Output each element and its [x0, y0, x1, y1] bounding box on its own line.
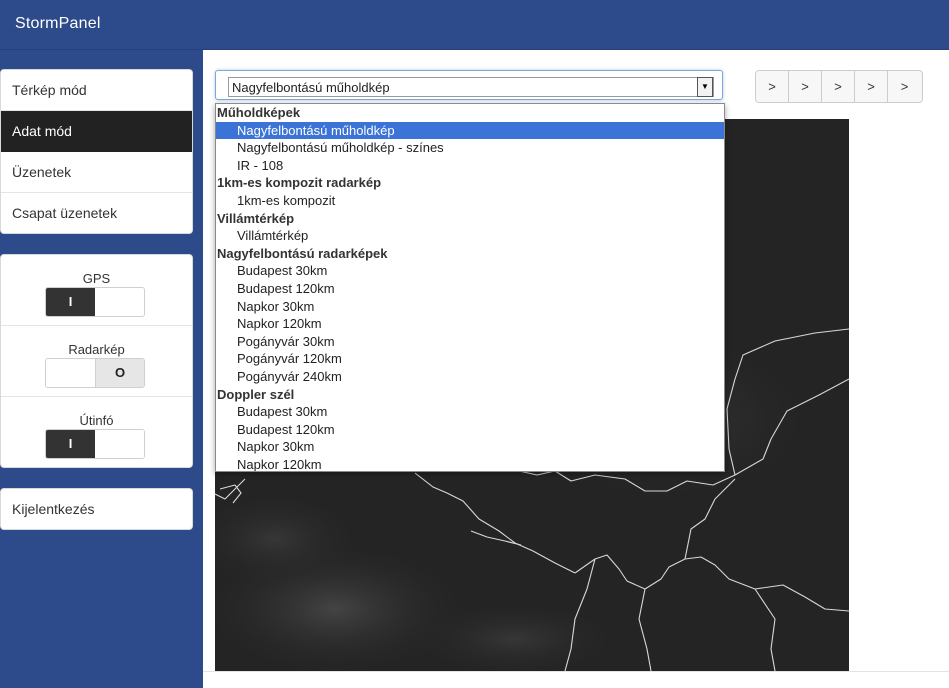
dropdown-option[interactable]: Budapest 30km	[216, 262, 724, 280]
gps-toggle-knob: I	[46, 288, 95, 316]
logout-panel: Kijelentkezés	[0, 488, 193, 530]
utinfo-toggle-switch[interactable]: I	[45, 429, 145, 459]
radarkep-toggle-switch[interactable]: O	[45, 358, 145, 388]
utinfo-label: Útinfó	[79, 413, 114, 428]
dropdown-option[interactable]: Napkor 120km	[216, 315, 724, 333]
top-navbar: StormPanel	[0, 0, 949, 50]
dropdown-option[interactable]: Napkor 30km	[216, 298, 724, 316]
dropdown-option[interactable]: Napkor 30km	[216, 438, 724, 456]
step-button-2[interactable]: >	[789, 71, 822, 102]
step-button-group: > > > > >	[755, 70, 923, 103]
toggle-panel: GPS I Radarkép O Útinfó I	[0, 254, 193, 468]
logout-button[interactable]: Kijelentkezés	[1, 489, 192, 529]
dropdown-option[interactable]: Nagyfelbontású műholdkép - színes	[216, 139, 724, 157]
dropdown-option[interactable]: 1km-es kompozit	[216, 192, 724, 210]
toggle-row-radarkep: Radarkép O	[1, 326, 192, 397]
gps-toggle-switch[interactable]: I	[45, 287, 145, 317]
dropdown-group-label: Villámtérkép	[217, 210, 295, 226]
step-button-1[interactable]: >	[756, 71, 789, 102]
step-button-5[interactable]: >	[888, 71, 921, 102]
dropdown-option[interactable]: IR - 108	[216, 157, 724, 175]
dropdown-group-label: Doppler szél	[217, 386, 295, 402]
nav-item-adat-mod[interactable]: Adat mód	[1, 111, 192, 152]
dropdown-option[interactable]: Nagyfelbontású műholdkép	[216, 121, 724, 140]
dropdown-option[interactable]: Napkor 120km	[216, 456, 724, 471]
dropdown-option[interactable]: Budapest 120km	[216, 421, 724, 439]
dropdown-group-label: Nagyfelbontású radarképek	[217, 245, 388, 261]
dropdown-group-label: Műholdképek	[217, 105, 301, 120]
dropdown-option[interactable]: Pogányvár 240km	[216, 368, 724, 386]
chevron-down-icon[interactable]: ▼	[697, 77, 713, 97]
layer-select-value: Nagyfelbontású műholdkép	[232, 80, 390, 95]
nav-item-uzenetek[interactable]: Üzenetek	[1, 152, 192, 193]
nav-item-csapat-uzenetek[interactable]: Csapat üzenetek	[1, 193, 192, 233]
nav-item-terkep-mod[interactable]: Térkép mód	[1, 70, 192, 111]
dropdown-option[interactable]: Budapest 30km	[216, 403, 724, 421]
step-button-3[interactable]: >	[822, 71, 855, 102]
step-button-4[interactable]: >	[855, 71, 888, 102]
utinfo-toggle-knob: I	[46, 430, 95, 458]
gps-label: GPS	[82, 271, 111, 286]
dropdown-option[interactable]: Pogányvár 30km	[216, 333, 724, 351]
layer-select-field[interactable]: Nagyfelbontású műholdkép ▼	[228, 77, 714, 97]
toggle-row-utinfo: Útinfó I	[1, 397, 192, 468]
dropdown-group-label: 1km-es kompozit radarkép	[217, 175, 382, 191]
layer-dropdown-list[interactable]: Műholdképek Nagyfelbontású műholdkép Nag…	[215, 103, 725, 472]
layer-select[interactable]: Nagyfelbontású műholdkép ▼	[215, 70, 723, 100]
sidebar: Térkép mód Adat mód Üzenetek Csapat üzen…	[0, 50, 203, 688]
dropdown-option[interactable]: Villámtérkép	[216, 227, 724, 245]
radarkep-toggle-knob: O	[95, 359, 144, 387]
dropdown-option[interactable]: Budapest 120km	[216, 280, 724, 298]
radarkep-label: Radarkép	[68, 342, 125, 357]
dropdown-option[interactable]: Pogányvár 120km	[216, 350, 724, 368]
brand-title[interactable]: StormPanel	[15, 15, 101, 33]
mode-nav-panel: Térkép mód Adat mód Üzenetek Csapat üzen…	[0, 69, 193, 234]
toggle-row-gps: GPS I	[1, 255, 192, 326]
